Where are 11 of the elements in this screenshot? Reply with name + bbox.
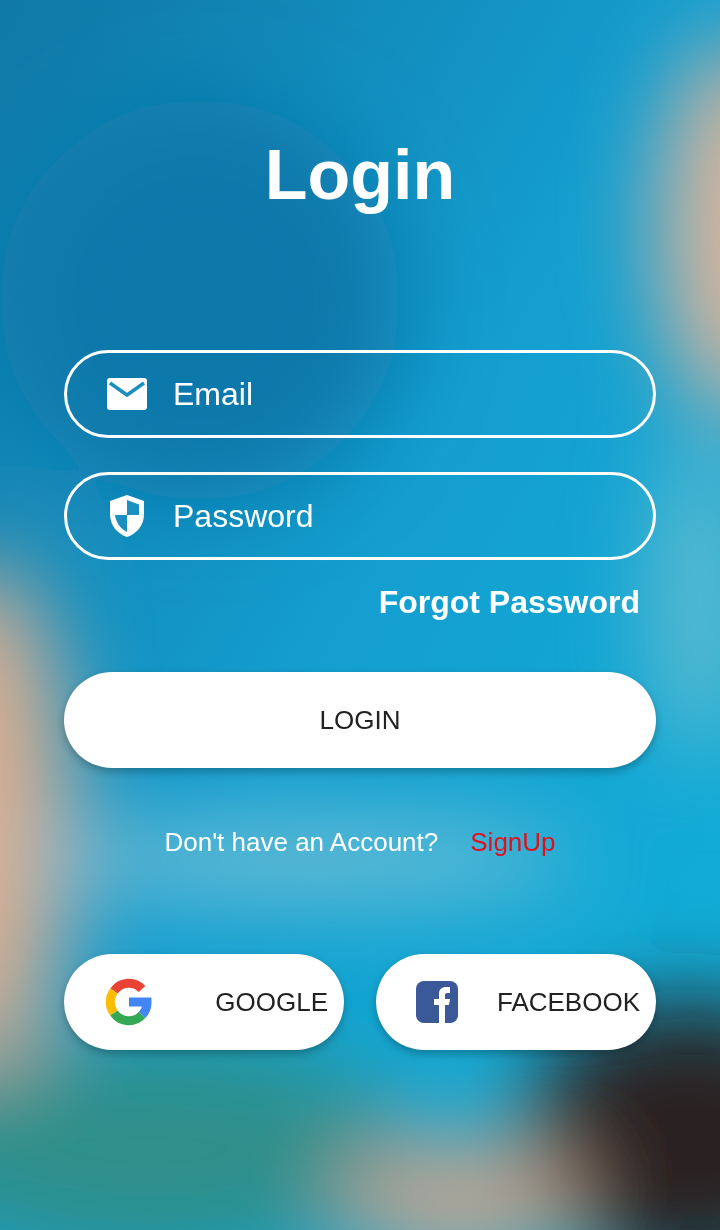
facebook-sign-in-button[interactable]: FACEBOOK xyxy=(376,954,656,1050)
google-g-icon xyxy=(104,977,154,1027)
signup-prompt: Don't have an Account? xyxy=(164,826,439,859)
login-button[interactable]: LOGIN xyxy=(64,672,656,768)
google-sign-in-button[interactable]: GOOGLE xyxy=(64,954,344,1050)
login-title: Login xyxy=(264,135,456,216)
envelope-icon xyxy=(107,378,147,410)
shield-icon xyxy=(108,494,146,538)
facebook-logo-icon xyxy=(416,981,458,1023)
email-field[interactable]: Email xyxy=(64,350,656,438)
password-field[interactable]: Password xyxy=(64,472,656,560)
